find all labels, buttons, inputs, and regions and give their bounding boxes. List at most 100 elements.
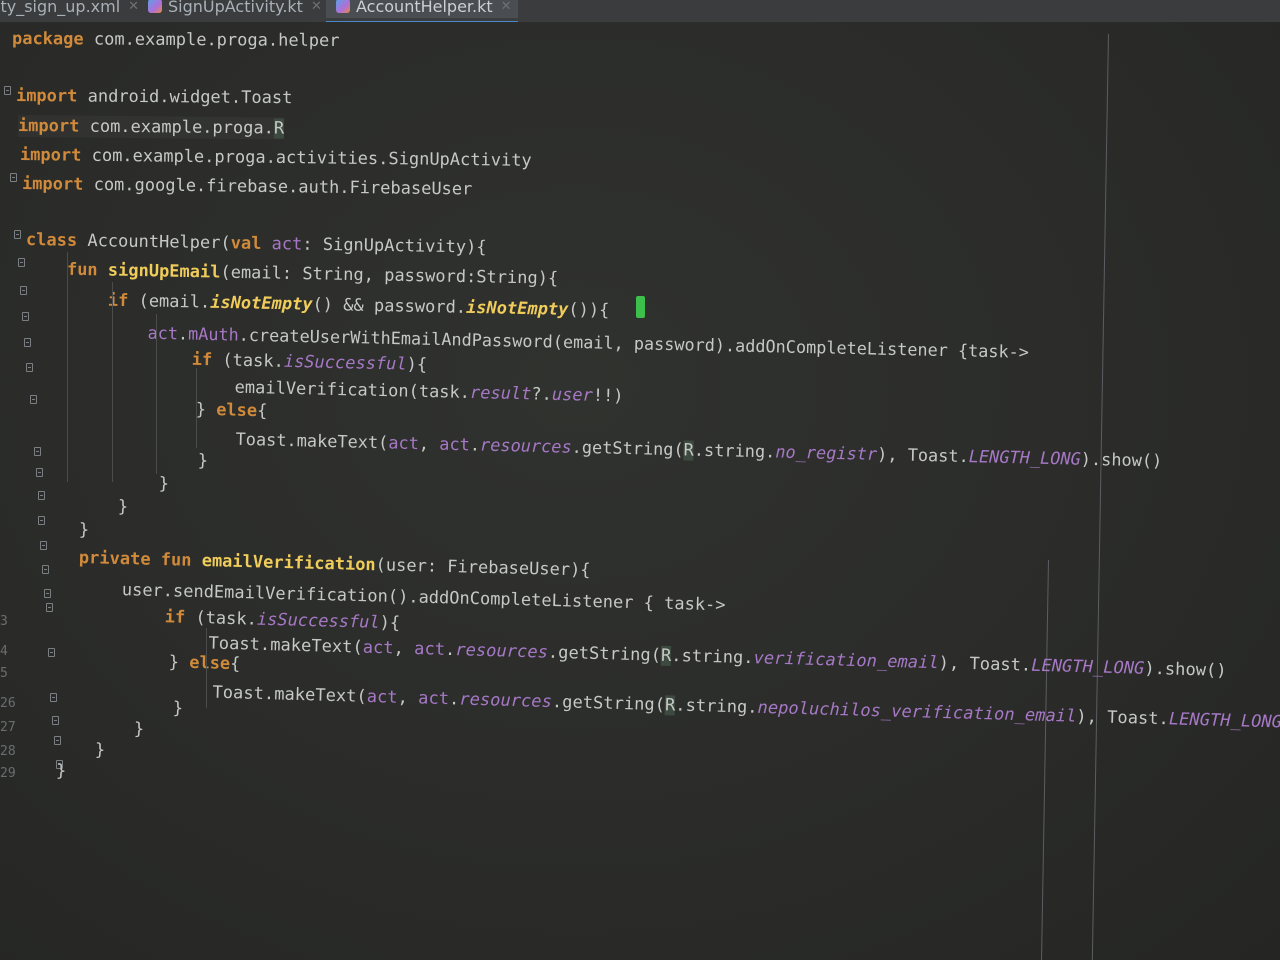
- indent-guide: [196, 368, 197, 448]
- code-token: LENGTH_LONG: [968, 447, 1082, 470]
- code-token: import: [21, 174, 94, 195]
- code-line[interactable]: import com.google.firebase.auth.Firebase…: [22, 173, 473, 201]
- code-token: isSuccessful: [256, 609, 380, 633]
- code-token: com.example.proga.activities.SignUpActiv…: [91, 145, 532, 171]
- line-number: 29: [0, 766, 16, 781]
- code-token: com.example.proga.helper: [93, 29, 340, 52]
- line-number: 5: [0, 666, 8, 681]
- kotlin-file-icon: [148, 0, 162, 13]
- code-token: R: [273, 118, 285, 139]
- code-token: }: [49, 695, 184, 719]
- code-token: ), Toast.: [938, 653, 1032, 676]
- tab-activity-sign-up-xml[interactable]: ity_sign_up.xml ✕: [0, 0, 139, 18]
- code-line[interactable]: }: [34, 446, 208, 472]
- code-line[interactable]: if (email.isNotEmpty() && password.isNot…: [26, 288, 610, 322]
- right-margin-guide: [1091, 34, 1109, 960]
- code-token: if: [41, 604, 196, 629]
- code-token: }: [35, 495, 129, 518]
- code-token: com.google.firebase.auth.FirebaseUser: [93, 174, 473, 200]
- tab-accounthelper-kt[interactable]: AccountHelper.kt ✕: [326, 0, 518, 18]
- code-line[interactable]: }: [36, 470, 170, 495]
- code-token: isNotEmpty: [465, 297, 569, 320]
- wrap-margin-guide: [1041, 560, 1049, 960]
- code-token: ,: [397, 687, 419, 709]
- code-token: ,: [418, 434, 440, 455]
- code-token: {: [229, 653, 241, 675]
- tab-label: AccountHelper.kt: [356, 0, 493, 16]
- code-token: resources: [479, 435, 572, 458]
- line-number: 26: [0, 696, 16, 711]
- code-line[interactable]: }: [54, 738, 106, 761]
- code-token: .getString(: [551, 692, 666, 716]
- editor-tab-bar: ity_sign_up.xml ✕ SignUpActivity.kt ✕ Ac…: [0, 0, 1280, 22]
- code-token: .string.: [671, 645, 754, 669]
- code-token: ), Toast.: [1076, 706, 1170, 730]
- code-line[interactable]: Toast.makeText(act, act.resources.getStr…: [48, 677, 1280, 736]
- tab-label: SignUpActivity.kt: [168, 0, 303, 16]
- code-line[interactable]: } else{: [46, 648, 241, 675]
- code-line[interactable]: }: [52, 716, 145, 741]
- fold-marker-icon[interactable]: [10, 173, 17, 182]
- code-line[interactable]: import com.example.proga.activities.Sign…: [20, 144, 532, 172]
- close-icon[interactable]: ✕: [311, 0, 322, 14]
- code-token: }: [31, 396, 217, 421]
- code-line[interactable]: class AccountHelper(val act: SignUpActiv…: [26, 229, 487, 259]
- code-line[interactable]: }: [36, 494, 129, 518]
- indent-guide: [156, 314, 157, 474]
- code-token: act: [417, 688, 450, 710]
- code-token: import: [17, 116, 90, 137]
- code-token: resources: [455, 640, 549, 663]
- code-token: () && password.: [312, 294, 467, 318]
- fold-marker-icon[interactable]: [4, 86, 11, 95]
- code-token: nepoluchilos_verification_email: [757, 697, 1077, 727]
- code-line[interactable]: package com.example.proga.helper: [12, 28, 340, 52]
- kotlin-file-icon: [336, 0, 350, 13]
- code-token: user: [551, 384, 594, 406]
- code-token: .: [177, 324, 189, 345]
- code-token: !!): [592, 385, 624, 407]
- code-token: }: [53, 739, 106, 761]
- ide-window: ity_sign_up.xml ✕ SignUpActivity.kt ✕ Ac…: [0, 0, 1280, 960]
- code-token: ).show(): [1144, 658, 1227, 681]
- code-token: class: [25, 230, 88, 252]
- code-token: act: [413, 639, 446, 660]
- code-token: val: [230, 233, 272, 255]
- fold-marker-icon[interactable]: [14, 230, 21, 239]
- fold-marker-icon[interactable]: [18, 258, 25, 267]
- code-token: com.example.proga.: [89, 116, 274, 139]
- active-tab-indicator: [326, 21, 518, 22]
- indent-guide: [112, 282, 113, 482]
- code-token: ), Toast.: [876, 444, 970, 468]
- code-line[interactable]: import com.example.proga.R: [17, 115, 285, 140]
- close-icon[interactable]: ✕: [128, 0, 139, 14]
- code-token: private fun: [37, 547, 202, 571]
- tab-signupactivity-kt[interactable]: SignUpActivity.kt ✕: [148, 0, 322, 18]
- tab-label: ity_sign_up.xml: [0, 0, 121, 16]
- code-token: }: [51, 717, 145, 740]
- code-token: if: [27, 346, 223, 371]
- code-token: resources: [459, 689, 553, 713]
- code-token: }: [45, 649, 190, 673]
- code-line[interactable]: if (task.isSuccessful){: [28, 345, 428, 376]
- code-token: }: [37, 519, 90, 541]
- code-line[interactable]: fun signUpEmail(email: String, password:…: [26, 258, 559, 290]
- code-line[interactable]: }: [56, 760, 67, 782]
- code-line[interactable]: import android.widget.Toast: [16, 85, 293, 109]
- code-token: ()){: [568, 299, 610, 321]
- code-token: }: [55, 761, 67, 782]
- code-token: }: [33, 447, 209, 472]
- close-icon[interactable]: ✕: [501, 0, 512, 14]
- code-token: .getString(: [571, 437, 684, 461]
- code-token: ).show(): [1080, 449, 1163, 472]
- code-token: AccountHelper(: [87, 231, 231, 254]
- code-line[interactable]: }: [38, 518, 90, 541]
- code-token: emailVerification: [201, 551, 376, 576]
- indent-guide: [67, 252, 68, 482]
- code-token: LENGTH_LONG: [1030, 655, 1145, 679]
- line-number: 27: [0, 720, 16, 735]
- code-token: result: [469, 382, 532, 405]
- text-cursor: [636, 296, 645, 318]
- code-token: android.widget.Toast: [87, 86, 293, 109]
- code-line[interactable]: private fun emailVerification(user: Fire…: [38, 546, 591, 581]
- code-token: .string.: [693, 440, 776, 463]
